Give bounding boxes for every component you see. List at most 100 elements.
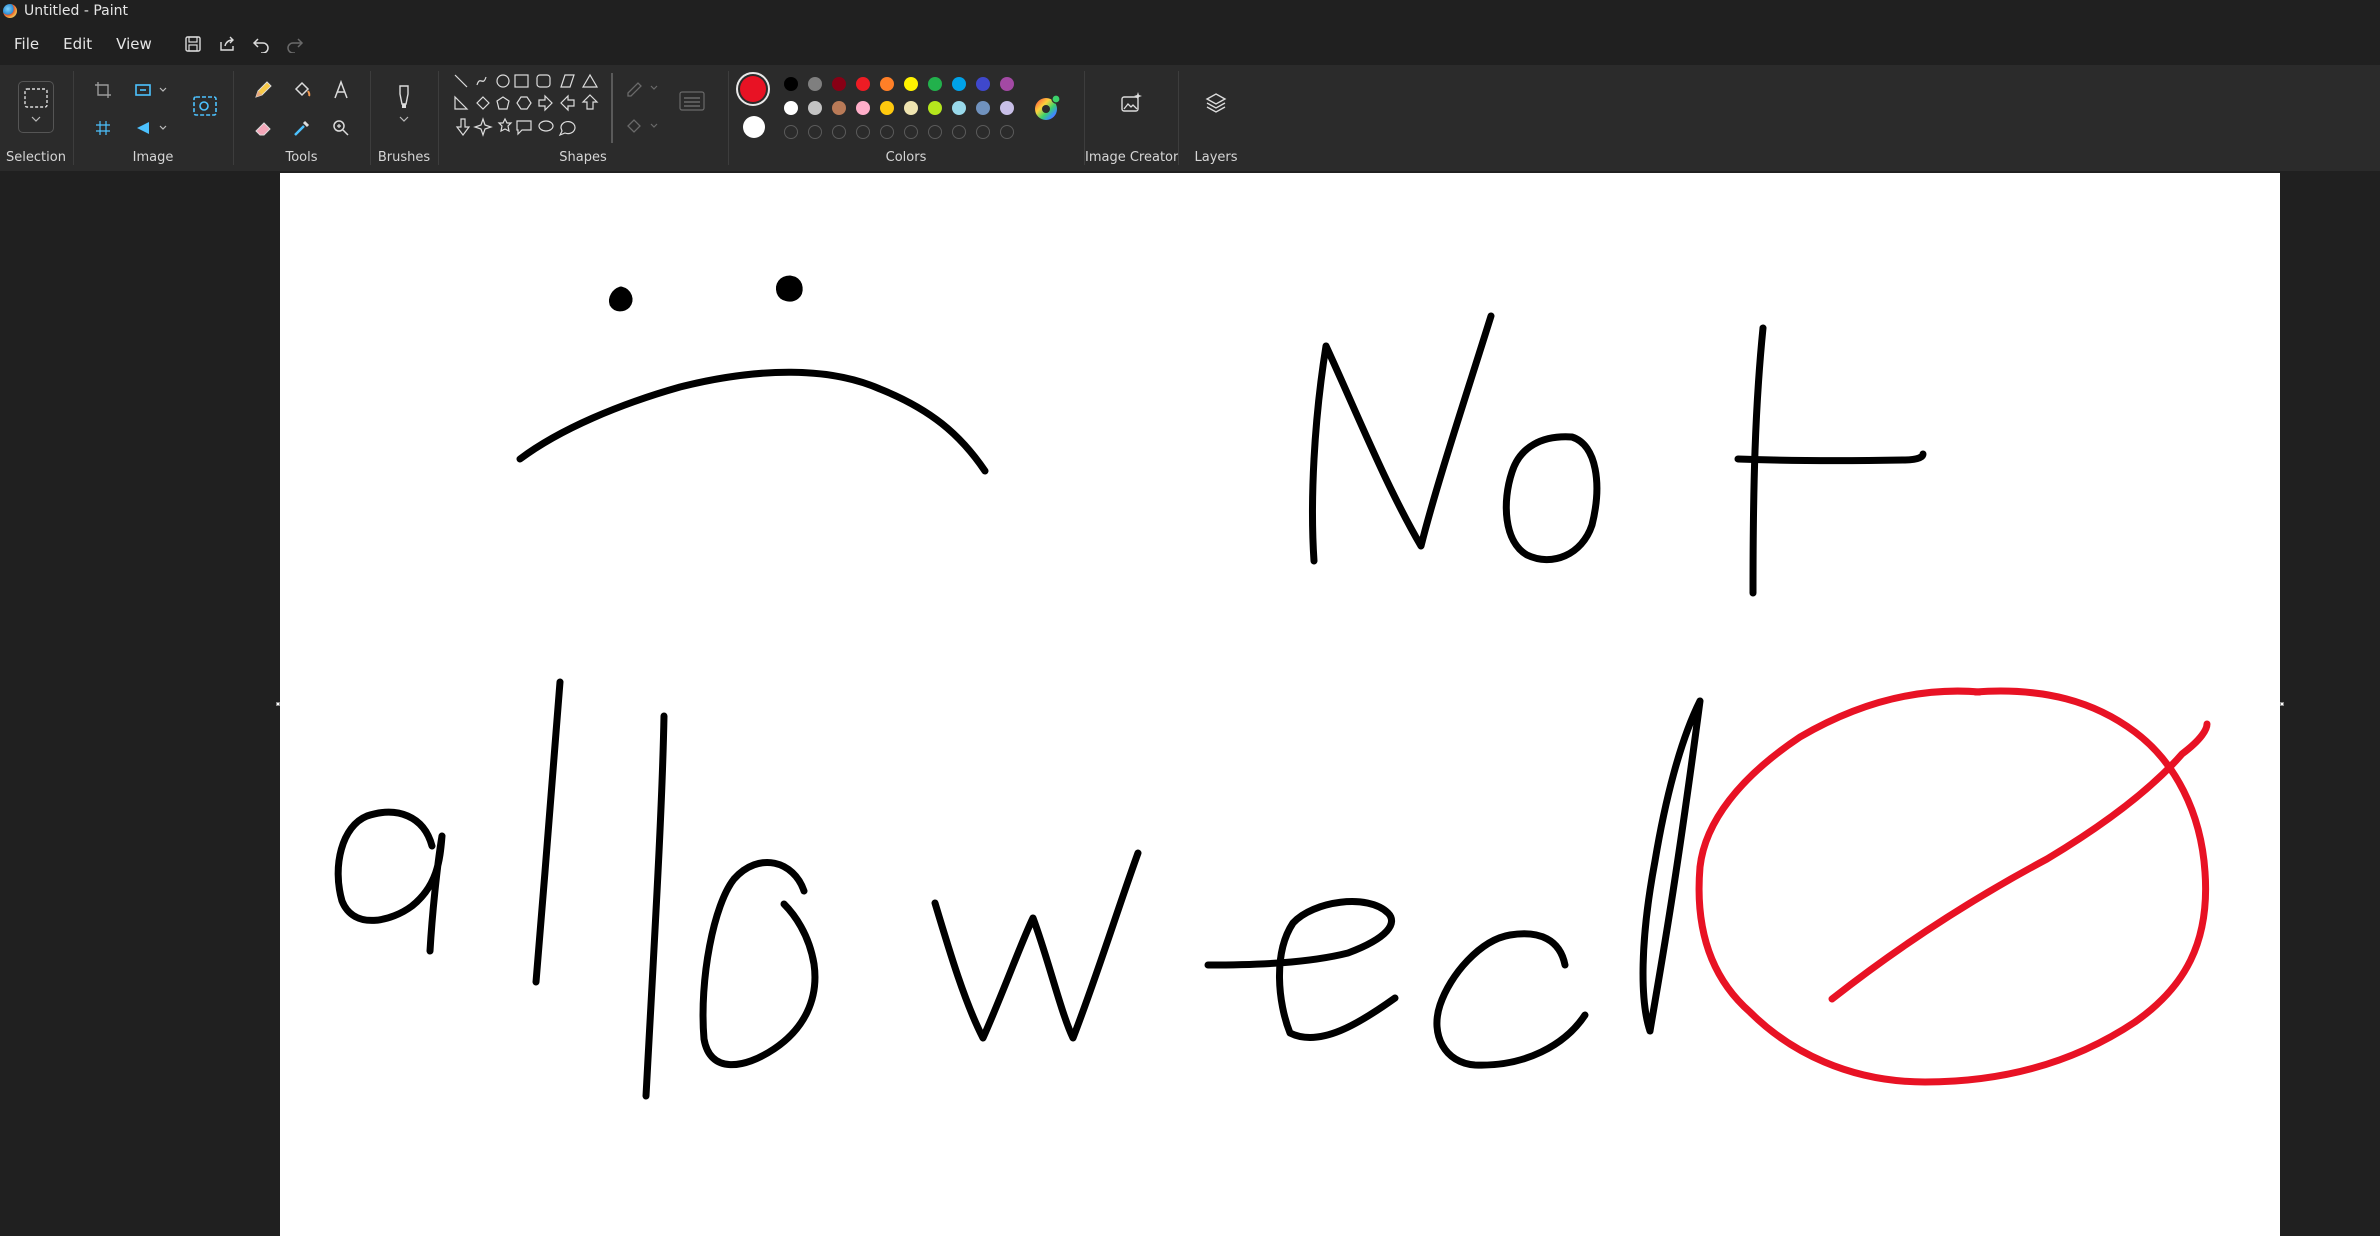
palette-color-swatch[interactable]: [904, 101, 918, 115]
palette-color-swatch[interactable]: [784, 101, 798, 115]
rotate-icon: [137, 122, 167, 134]
image-group: Image: [74, 65, 232, 171]
color-wheel-icon: [1035, 94, 1061, 120]
palette-color-swatch[interactable]: [808, 77, 822, 91]
menu-edit[interactable]: Edit: [51, 28, 104, 60]
sad-face-right-eye: [776, 275, 803, 302]
color-picker-tool[interactable]: [287, 113, 317, 143]
custom-color-slot[interactable]: [1000, 125, 1014, 139]
redo-button[interactable]: [278, 28, 312, 60]
brushes-group-label: Brushes: [377, 150, 431, 165]
share-button[interactable]: [210, 28, 244, 60]
pencil-tool[interactable]: [248, 75, 278, 105]
menu-view[interactable]: View: [104, 28, 164, 60]
crop-button[interactable]: [90, 77, 116, 103]
crop-icon: [95, 82, 111, 98]
magnifier-tool[interactable]: [326, 113, 356, 143]
brushes-group: Brushes: [371, 65, 437, 171]
shape-size-button[interactable]: [675, 87, 709, 117]
resize-button[interactable]: [132, 77, 172, 103]
custom-color-slot[interactable]: [784, 125, 798, 139]
custom-color-slot[interactable]: [832, 125, 846, 139]
palette-color-swatch[interactable]: [952, 77, 966, 91]
palette-color-swatch[interactable]: [1000, 101, 1014, 115]
handwritten-N: [1309, 312, 1495, 565]
drawing-canvas[interactable]: [280, 173, 2280, 1236]
shape-outline-button[interactable]: [625, 75, 661, 101]
brushes-button[interactable]: [389, 81, 419, 131]
eyedropper-icon: [294, 120, 310, 136]
handwritten-o: [1502, 433, 1601, 563]
secondary-color-button[interactable]: [743, 116, 765, 138]
image-select-button[interactable]: [90, 115, 116, 141]
custom-color-slot[interactable]: [904, 125, 918, 139]
save-button[interactable]: [176, 28, 210, 60]
image-creator-group: Image Creator: [1085, 65, 1178, 171]
palette-color-swatch[interactable]: [952, 101, 966, 115]
redo-icon: [287, 37, 303, 53]
fill-tool[interactable]: [287, 75, 317, 105]
brush-icon: [399, 85, 409, 122]
magnifier-icon: [333, 120, 349, 136]
layers-group: Layers: [1179, 65, 1253, 171]
custom-color-slot[interactable]: [952, 125, 966, 139]
shapes-scrollbar[interactable]: [611, 73, 613, 143]
palette-color-swatch[interactable]: [928, 101, 942, 115]
colors-group: Colors: [729, 65, 1083, 171]
undo-icon: [252, 37, 269, 53]
pencil-icon: [255, 81, 272, 98]
palette-color-swatch[interactable]: [784, 77, 798, 91]
custom-color-slot[interactable]: [808, 125, 822, 139]
palette-color-swatch[interactable]: [1000, 77, 1014, 91]
tools-group-label: Tools: [285, 150, 318, 165]
undo-button[interactable]: [244, 28, 278, 60]
shape-fill-icon: [627, 119, 658, 133]
paint-app-icon: [3, 4, 17, 18]
ribbon: Selection Image Tools Brushes Shapes Col…: [0, 65, 2380, 171]
custom-color-slot[interactable]: [880, 125, 894, 139]
palette-color-swatch[interactable]: [832, 77, 846, 91]
tools-group: Tools: [234, 65, 369, 171]
menu-file[interactable]: File: [2, 28, 51, 60]
resize-icon: [135, 84, 167, 96]
shape-outline-icon: [627, 82, 658, 97]
edit-colors-button[interactable]: [1032, 93, 1062, 123]
palette-color-swatch[interactable]: [880, 101, 894, 115]
sad-face-frown: [516, 368, 989, 475]
image-group-label: Image: [132, 150, 174, 165]
custom-color-slot[interactable]: [928, 125, 942, 139]
selection-group-label: Selection: [6, 150, 66, 165]
palette-color-swatch[interactable]: [880, 77, 894, 91]
palette-color-swatch[interactable]: [976, 101, 990, 115]
selection-group: Selection: [0, 65, 72, 171]
palette-color-swatch[interactable]: [904, 77, 918, 91]
palette-color-swatch[interactable]: [928, 77, 942, 91]
layers-icon: [1205, 93, 1227, 113]
canvas-resize-handle-left[interactable]: [276, 702, 280, 706]
primary-color-button[interactable]: [736, 72, 770, 106]
handwritten-d-stem: [1639, 697, 1704, 1035]
layers-button[interactable]: [1200, 87, 1232, 119]
canvas-resize-handle-right[interactable]: [2280, 702, 2284, 706]
palette-color-swatch[interactable]: [856, 77, 870, 91]
sad-face-left-eye: [609, 286, 633, 312]
text-tool[interactable]: [326, 75, 356, 105]
handwritten-l1: [532, 678, 564, 986]
shape-fill-button[interactable]: [625, 113, 661, 139]
eraser-tool[interactable]: [248, 113, 278, 143]
shapes-gallery[interactable]: [453, 73, 623, 141]
palette-color-swatch[interactable]: [976, 77, 990, 91]
palette-color-swatch[interactable]: [808, 101, 822, 115]
image-creator-button[interactable]: [1115, 87, 1147, 119]
handwritten-d-bowl: [1433, 930, 1589, 1069]
palette-color-swatch[interactable]: [856, 101, 870, 115]
eraser-icon: [255, 122, 271, 136]
rotate-button[interactable]: [132, 115, 172, 141]
custom-color-slot[interactable]: [976, 125, 990, 139]
selection-button[interactable]: [18, 81, 54, 133]
palette-color-swatch[interactable]: [832, 101, 846, 115]
custom-color-slot[interactable]: [856, 125, 870, 139]
handwritten-o2: [699, 859, 819, 1069]
handwritten-l2: [642, 712, 668, 1100]
remove-background-button[interactable]: [190, 91, 220, 121]
